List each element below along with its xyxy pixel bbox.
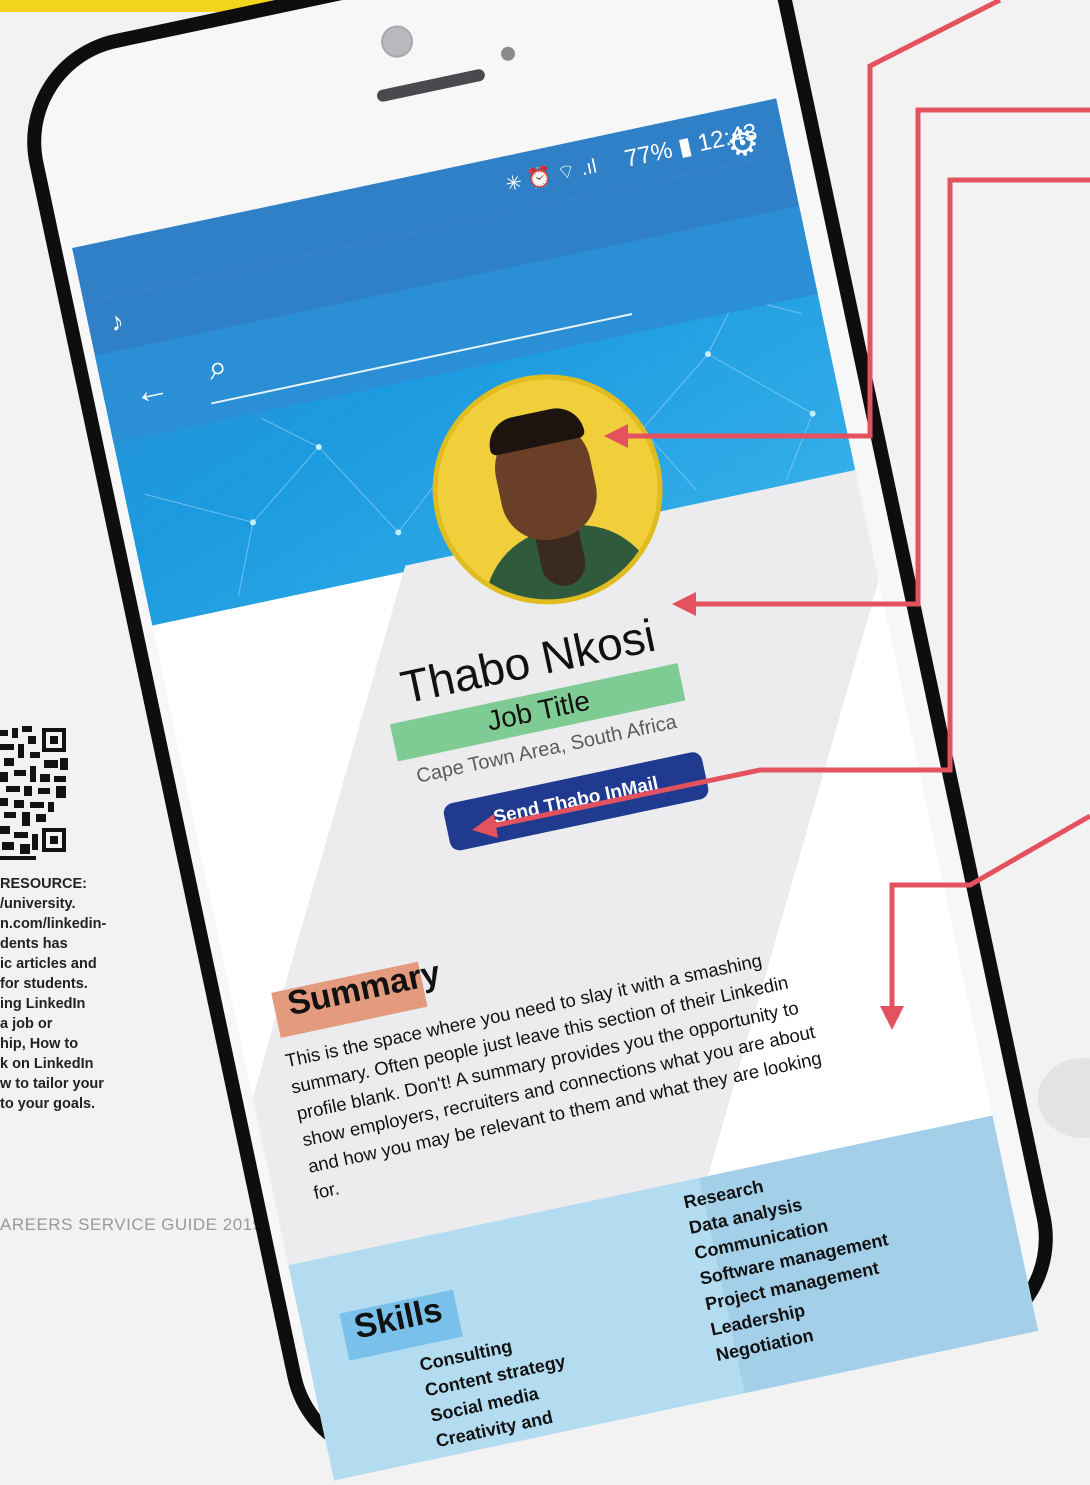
phone-screen: ✳ ⏰ ⌔ .ıl 77% ▮ 12:43 ♪ ⚙ ← ⌕ Thabo Nkos… [72, 98, 1039, 1481]
camera-icon [378, 22, 417, 61]
battery-icon: ▮ [675, 132, 695, 162]
phone: ✳ ⏰ ⌔ .ıl 77% ▮ 12:43 ♪ ⚙ ← ⌕ Thabo Nkos… [0, 0, 1090, 1485]
skill-item: keting [444, 1450, 589, 1480]
speaker-grille [375, 68, 486, 103]
back-arrow-icon[interactable]: ← [129, 365, 173, 414]
search-icon[interactable]: ⌕ [204, 347, 231, 389]
music-note-icon: ♪ [107, 305, 127, 338]
status-icons: ✳ ⏰ ⌔ .ıl [503, 155, 599, 197]
sensor-icon [499, 45, 517, 63]
battery-level: 77% [622, 136, 675, 173]
